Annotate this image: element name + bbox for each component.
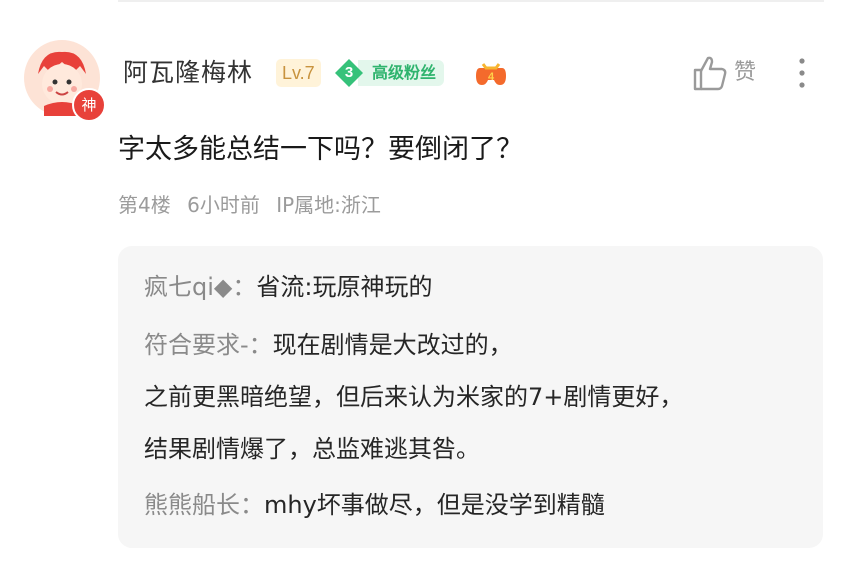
reply-item[interactable]: 熊熊船长：mhy坏事做尽，但是没学到精髓: [144, 480, 605, 530]
reply-author[interactable]: 熊熊船长: [144, 491, 240, 519]
reply-text: mhy坏事做尽，但是没学到精髓: [264, 491, 605, 519]
username[interactable]: 阿瓦隆梅林: [123, 56, 253, 90]
reply-text-line: 结果剧情爆了，总监难逃其咎。: [144, 435, 480, 463]
top-divider: [118, 0, 824, 2]
like-label: 赞: [734, 60, 757, 85]
level-badge: Lv.7: [276, 59, 321, 87]
fan-badge: 高级粉丝 3: [334, 58, 460, 88]
comment-meta: 第4楼 6小时前 IP属地:浙江: [118, 190, 391, 220]
reply-item[interactable]: 符合要求-：现在剧情是大改过的，: [144, 320, 513, 370]
reply-separator: ：: [248, 331, 273, 359]
reply-text: 现在剧情是大改过的，: [272, 331, 513, 359]
like-button[interactable]: 赞: [692, 54, 764, 94]
reply-separator: ：: [232, 273, 257, 301]
ip-location: IP属地:浙江: [276, 193, 381, 217]
reply-author[interactable]: 符合要求-: [144, 331, 249, 359]
more-options-button[interactable]: [790, 56, 814, 90]
comment-text: 字太多能总结一下吗？要倒闭了？: [118, 134, 523, 165]
reply-text: 省流:玩原神玩的: [256, 273, 433, 301]
reply-item[interactable]: 疯七qi◆：省流:玩原神玩的: [144, 262, 432, 312]
reply-separator: ：: [240, 491, 264, 519]
post-time: 6小时前: [187, 193, 260, 217]
avatar-god-badge: 神: [72, 88, 106, 122]
fan-badge-label: 高级粉丝: [358, 60, 445, 86]
replies-box[interactable]: 疯七qi◆：省流:玩原神玩的 符合要求-：现在剧情是大改过的， 之前更黑暗绝望，…: [118, 246, 823, 548]
floor-number: 第4楼: [118, 193, 171, 217]
fan-level-number: 3: [344, 64, 354, 81]
reply-author[interactable]: 疯七qi◆: [144, 273, 232, 301]
thumb-up-icon: [693, 56, 727, 91]
svg-text:4: 4: [488, 71, 495, 83]
more-vertical-icon: [799, 58, 805, 88]
reply-text-line: 之前更黑暗绝望，但后来认为米家的7+剧情更好，: [144, 383, 684, 411]
game-controller-badge-icon: 4: [474, 58, 508, 88]
